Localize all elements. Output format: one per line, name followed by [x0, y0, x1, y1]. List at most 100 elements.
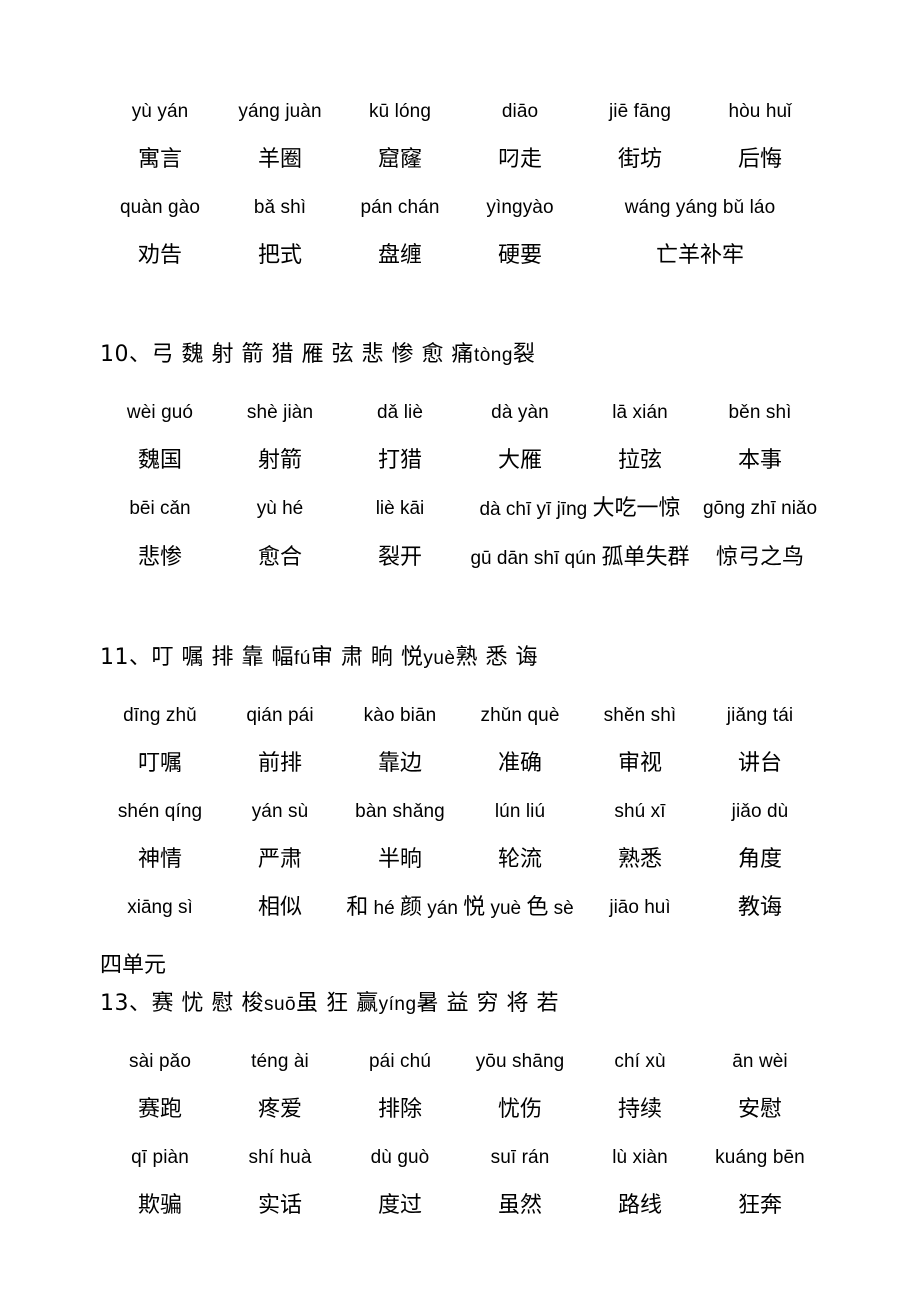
hanzi-cell: 安慰 — [737, 1097, 782, 1122]
hanzi-cell: 讲台 — [737, 751, 782, 776]
hanzi-cell: 靠边 — [377, 751, 422, 776]
section-chars-a: 叮 嘱 排 靠 幅 — [151, 645, 294, 670]
pinyin-text: yán — [421, 898, 464, 919]
pinyin-cell: yáng juàn — [238, 101, 322, 122]
hanzi-cell: 神情 — [137, 847, 182, 872]
idiom-interleaved-cell: 和 hé 颜 yán 悦 yuè 色 sè — [340, 884, 580, 933]
heading-spacer — [100, 678, 820, 692]
pinyin-text: dà chī yī jīng — [479, 499, 593, 520]
hanzi-cell: 裂开 — [340, 534, 460, 583]
hanzi-cell: 街坊 — [617, 147, 662, 172]
section-char-pinyin-b: yíng — [378, 994, 417, 1015]
heading-spacer — [100, 1024, 820, 1038]
pinyin-cell: jiǎng tái — [726, 705, 794, 726]
hanzi-cell: 欺骗 — [137, 1193, 182, 1218]
section-number: 13、 — [100, 991, 152, 1016]
section-number: 11、 — [100, 645, 152, 670]
pinyin-cell: běn shì — [728, 402, 792, 423]
hanzi-cell: 窟窿 — [377, 147, 422, 172]
pinyin-cell: lún liú — [494, 801, 546, 822]
hanzi-cell: 打猎 — [377, 448, 422, 473]
pinyin-cell: pái chú — [369, 1051, 431, 1072]
pinyin-cell: quàn gào — [119, 197, 201, 218]
pinyin-cell: dīng zhǔ — [123, 705, 197, 726]
mixed-row: 悲惨 愈合 裂开 gū dān shī qún 孤单失群 惊弓之鸟 — [100, 534, 820, 583]
mixed-row: bēi cǎn yù hé liè kāi dà chī yī jīng 大吃一… — [100, 485, 820, 534]
hanzi-cell: 本事 — [737, 448, 782, 473]
pinyin-cell: téng ài — [251, 1051, 309, 1072]
hanzi-cell: 排除 — [377, 1097, 422, 1122]
pinyin-cell: shú xī — [614, 801, 666, 822]
section-chars-b: 虽 狂 赢 — [296, 991, 379, 1016]
hanzi-cell: 愈合 — [220, 534, 340, 583]
hanzi-cell: 悲惨 — [100, 534, 220, 583]
pinyin-text: xiāng sì — [127, 897, 193, 918]
section-chars-b: 审 肃 晌 悦 — [310, 645, 424, 670]
hanzi-cell: 射箭 — [257, 448, 302, 473]
hanzi-cell: 轮流 — [497, 847, 542, 872]
heading-spacer — [100, 375, 820, 389]
hanzi-cell: 拉弦 — [617, 448, 662, 473]
pinyin-cell: suī rán — [490, 1147, 550, 1168]
hanzi-cell: 赛跑 — [137, 1097, 182, 1122]
pinyin-cell: jiāo huì — [580, 884, 700, 933]
hanzi-cell: 盘缠 — [377, 243, 422, 268]
pinyin-cell: lā xián — [612, 402, 668, 423]
hanzi-text: 愈合 — [257, 545, 302, 570]
hanzi-text: 悲惨 — [137, 545, 182, 570]
hanzi-cell: 角度 — [737, 847, 782, 872]
section-11: 11、叮 嘱 排 靠 幅fú审 肃 晌 悦yuè熟 悉 诲 dīng zhǔ q… — [100, 639, 820, 933]
hanzi-row: 魏国 射箭 打猎 大雁 拉弦 本事 — [100, 437, 820, 485]
hanzi-cell: 魏国 — [137, 448, 182, 473]
hanzi-row: 劝告 把式 盘缠 硬要 亡羊补牢 — [100, 232, 820, 280]
section-chars-c: 暑 益 穷 将 若 — [416, 991, 560, 1016]
pinyin-cell: bǎ shì — [253, 197, 307, 218]
section-10-heading: 10、弓 魏 射 箭 猎 雁 弦 悲 惨 愈 痛tòng裂 — [100, 336, 820, 375]
pinyin-row: dīng zhǔ qián pái kào biān zhǔn què shěn… — [100, 692, 820, 740]
hanzi-cell: 前排 — [257, 751, 302, 776]
hanzi-text: 裂开 — [377, 545, 422, 570]
hanzi-cell: 叼走 — [497, 147, 542, 172]
pinyin-text: yuè — [485, 898, 527, 919]
section-chars-tail: 裂 — [512, 342, 536, 367]
hanzi-cell: 严肃 — [257, 847, 302, 872]
section-number: 10、 — [100, 342, 152, 367]
hanzi-cell: 度过 — [377, 1193, 422, 1218]
pinyin-cell: xiāng sì — [100, 884, 220, 933]
hanzi-text: 相似 — [257, 895, 302, 920]
hanzi-cell: 叮嘱 — [137, 751, 182, 776]
pinyin-cell-idiom: wáng yáng bǔ láo — [624, 197, 776, 218]
pinyin-cell: liè kāi — [340, 485, 460, 534]
pinyin-cell: gōng zhī niǎo — [700, 485, 820, 534]
idiom-cell: dà chī yī jīng 大吃一惊 — [460, 485, 700, 534]
pinyin-cell: yōu shāng — [475, 1051, 565, 1072]
pinyin-cell: yán sù — [251, 801, 309, 822]
pinyin-cell: shěn shì — [603, 705, 677, 726]
hanzi-text: 大吃一惊 — [592, 496, 681, 521]
section-char-pinyin-a: suō — [263, 994, 297, 1015]
hanzi-row: 寓言 羊圈 窟窿 叼走 街坊 后悔 — [100, 136, 820, 184]
hanzi-cell: 持续 — [617, 1097, 662, 1122]
pinyin-cell: bàn shǎng — [355, 801, 445, 822]
section-char-pinyin-b: yuè — [423, 648, 456, 669]
hanzi-cell: 路线 — [617, 1193, 662, 1218]
pinyin-text: liè kāi — [375, 498, 425, 519]
hanzi-row: 神情 严肃 半晌 轮流 熟悉 角度 — [100, 836, 820, 884]
idiom-cell: gū dān shī qún 孤单失群 — [460, 534, 700, 583]
hanzi-cell: 羊圈 — [257, 147, 302, 172]
pinyin-cell: ān wèi — [732, 1051, 788, 1072]
pinyin-cell: yù hé — [220, 485, 340, 534]
pinyin-cell: wèi guó — [126, 402, 194, 423]
pinyin-cell: pán chán — [360, 197, 440, 218]
hanzi-cell: 寓言 — [137, 147, 182, 172]
pinyin-cell: zhǔn què — [480, 705, 560, 726]
pinyin-cell: chí xù — [614, 1051, 666, 1072]
pinyin-cell: shén qíng — [117, 801, 203, 822]
pinyin-cell: kū lóng — [369, 101, 431, 122]
worksheet-page: yù yán yáng juàn kū lóng diāo jiē fāng h… — [0, 0, 920, 1302]
section-char-pinyin-a: fú — [293, 648, 311, 669]
pinyin-row: quàn gào bǎ shì pán chán yìngyào wáng yá… — [100, 184, 820, 232]
pinyin-cell: lù xiàn — [612, 1147, 668, 1168]
